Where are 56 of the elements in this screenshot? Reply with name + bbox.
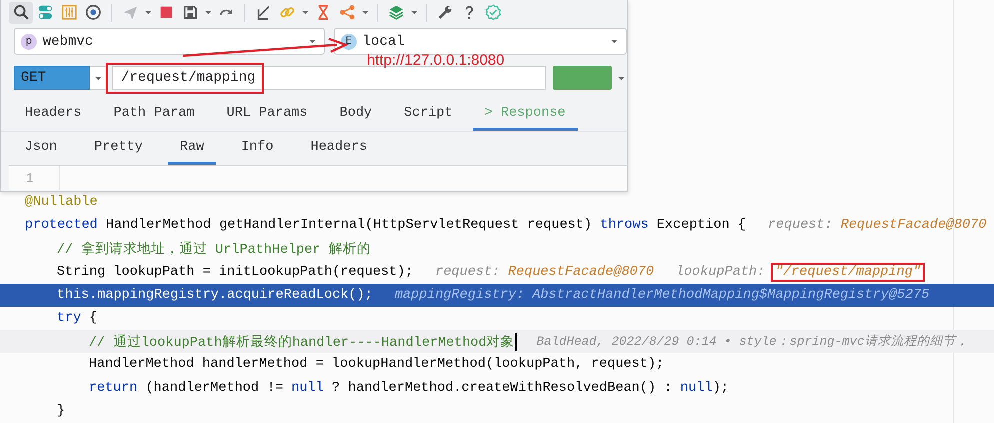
url-field[interactable]: /request/mapping bbox=[112, 66, 546, 90]
code-text: ? handlerMethod.createWithResolvedBean() : bbox=[331, 380, 674, 396]
tab[interactable]: Script bbox=[392, 98, 465, 131]
view-tab[interactable]: Pretty bbox=[82, 132, 156, 165]
share-icon bbox=[338, 4, 356, 21]
text-cursor bbox=[514, 332, 517, 351]
target-icon bbox=[84, 4, 102, 21]
code-text: HandlerMethod handlerMethod = lookupHandlerMethod(lookupPath, request); bbox=[89, 357, 664, 372]
inlay-hint-name: mappingRegistry: bbox=[394, 288, 525, 303]
code-text: ); bbox=[712, 380, 730, 396]
search-icon bbox=[12, 4, 30, 21]
inlay-hint-value: RequestFacade@8070 bbox=[840, 218, 987, 234]
inlay-hint-value: AbstractHandlerMethodMapping$MappingRegistry@5275 bbox=[532, 288, 930, 303]
code-comment: // 拿到请求地址，通过 UrlPathHelper 解析的 bbox=[57, 240, 371, 258]
annotation: @Nullable bbox=[25, 195, 98, 210]
project-badge: p bbox=[21, 34, 37, 50]
inlay-hint-value: "/request/mapping" bbox=[775, 264, 922, 280]
view-tab[interactable]: Json bbox=[13, 132, 70, 165]
check-badge-icon bbox=[484, 4, 502, 21]
environment-select[interactable]: E local bbox=[334, 28, 627, 55]
tab[interactable]: Path Param bbox=[102, 98, 207, 131]
blame-annotation: BaldHead, 2022/8/29 0:14 • style：spring-mvc请求流程的细节， bbox=[536, 334, 969, 350]
code-text: } bbox=[57, 404, 66, 419]
toolbar-button[interactable] bbox=[9, 2, 33, 24]
keyword: return bbox=[89, 380, 138, 396]
inlay-hint-name: request: bbox=[768, 218, 833, 234]
sliders-icon bbox=[60, 4, 78, 21]
keyword: protected bbox=[25, 218, 98, 234]
code-text: { bbox=[88, 311, 98, 326]
code-text: String lookupPath = initLookupPath(request); bbox=[57, 264, 414, 280]
inlay-hint-name: lookupPath: bbox=[676, 264, 766, 280]
wrench-icon bbox=[436, 4, 454, 21]
code-text: Exception { bbox=[656, 218, 746, 234]
method-select[interactable]: GET bbox=[14, 66, 90, 90]
code-text: HandlerMethod getHandlerInternal(HttpServletRequest request) bbox=[105, 218, 594, 234]
code-comment: // 通过lookupPath解析最终的handler----HandlerMethod对象 bbox=[89, 334, 515, 351]
inlay-hint-name: request: bbox=[435, 264, 500, 280]
keyword: try bbox=[57, 311, 82, 326]
send-icon bbox=[122, 4, 138, 21]
view-tab[interactable]: Headers bbox=[298, 132, 380, 165]
tab[interactable]: URL Params bbox=[214, 98, 320, 131]
toggle-icon bbox=[36, 4, 54, 21]
keyword: throws bbox=[600, 218, 649, 234]
inlay-hint-value: RequestFacade@8070 bbox=[508, 264, 654, 280]
code-text: this.mappingRegistry.acquireReadLock(); bbox=[57, 288, 373, 303]
line-number: 1 bbox=[9, 166, 60, 190]
keyword: null bbox=[680, 380, 713, 396]
layers-icon bbox=[388, 4, 404, 21]
code-text: (handlerMethod != bbox=[144, 380, 284, 396]
tab[interactable]: Body bbox=[328, 98, 384, 131]
keyword: null bbox=[292, 380, 324, 396]
view-tab[interactable]: Info bbox=[229, 132, 286, 165]
save-icon bbox=[182, 4, 198, 21]
tab[interactable]: Headers bbox=[13, 98, 94, 131]
annotation-note: http://127.0.0.1:8080 bbox=[367, 52, 505, 69]
project-select[interactable]: p webmvc bbox=[14, 28, 325, 55]
